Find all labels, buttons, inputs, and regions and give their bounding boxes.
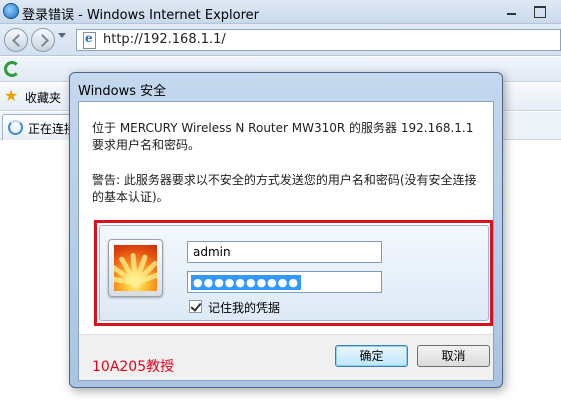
cancel-button[interactable]: 取消 — [417, 345, 490, 367]
dialog-body: 位于 MERCURY Wireless N Router MW310R 的服务器… — [78, 101, 494, 381]
refresh-icon[interactable] — [4, 61, 20, 77]
watermark-text: 10A205教授 — [92, 359, 175, 375]
password-field[interactable]: ●●●●●●●●●● — [187, 271, 382, 293]
ie-logo-icon — [3, 3, 19, 19]
flower-avatar-icon — [114, 245, 157, 291]
username-field[interactable]: admin — [187, 241, 382, 263]
forward-button[interactable] — [31, 28, 55, 52]
page-icon — [81, 31, 97, 49]
minimize-button[interactable] — [498, 2, 524, 20]
back-button[interactable] — [4, 28, 28, 52]
favorites-star-icon[interactable]: ★ — [4, 88, 18, 104]
maximize-button[interactable] — [526, 2, 552, 20]
loading-icon — [8, 120, 23, 135]
dialog-title: Windows 安全 — [78, 84, 167, 99]
favorites-label[interactable]: 收藏夹 — [25, 89, 61, 106]
credentials-panel: admin ●●●●●●●●●● 记住我的凭据 — [99, 225, 489, 321]
navigation-bar: http://192.168.1.1/ — [0, 24, 561, 56]
history-dropdown-icon[interactable] — [58, 33, 66, 41]
remember-credentials-label[interactable]: 记住我的凭据 — [208, 299, 280, 316]
password-mask: ●●●●●●●●●● — [191, 275, 301, 290]
window-title: 登录错误 - Windows Internet Explorer — [22, 8, 259, 23]
dialog-warning: 警告: 此服务器要求以不安全的方式发送您的用户名和密码(没有安全连接的基本认证)… — [92, 173, 477, 204]
address-bar[interactable]: http://192.168.1.1/ — [76, 29, 561, 51]
browser-title-bar: 登录错误 - Windows Internet Explorer — [0, 0, 561, 24]
windows-security-dialog: Windows 安全 位于 MERCURY Wireless N Router … — [69, 72, 503, 388]
remember-credentials-checkbox[interactable] — [189, 300, 202, 313]
dialog-footer: 10A205教授 确定 取消 — [79, 334, 493, 380]
ok-button[interactable]: 确定 — [335, 345, 408, 367]
address-text[interactable]: http://192.168.1.1/ — [103, 32, 226, 47]
user-avatar — [108, 239, 163, 297]
dialog-message: 位于 MERCURY Wireless N Router MW310R 的服务器… — [92, 121, 474, 152]
